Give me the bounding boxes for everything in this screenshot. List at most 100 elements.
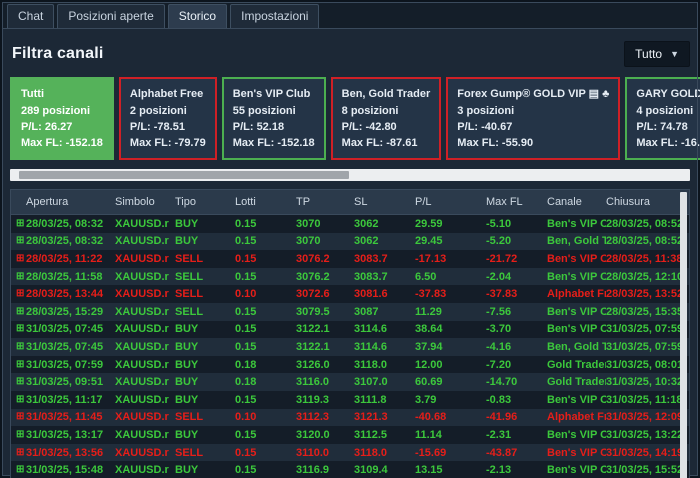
channel-card-positions: 3 posizioni [457, 103, 609, 119]
channel-card[interactable]: Tutti289 posizioniP/L: 26.27Max FL: -152… [10, 77, 114, 160]
channel-card[interactable]: Ben's VIP Club55 posizioniP/L: 52.18Max … [222, 77, 326, 160]
cell-simbolo: XAUUSD.r [115, 288, 175, 300]
expand-row-icon[interactable]: ⊞ [16, 307, 26, 317]
horizontal-scrollbar-thumb[interactable] [19, 171, 349, 179]
column-header-lotti: Lotti [235, 196, 296, 208]
tab-impostazioni[interactable]: Impostazioni [230, 4, 319, 28]
table-row[interactable]: ⊞31/03/25, 07:59XAUUSD.rBUY0.183126.0311… [11, 356, 689, 374]
table-row[interactable]: ⊞31/03/25, 13:56XAUUSD.rSELL0.153110.031… [11, 444, 689, 462]
table-row[interactable]: ⊞28/03/25, 15:29XAUUSD.rSELL0.153079.530… [11, 303, 689, 321]
column-header-tp: TP [296, 196, 354, 208]
table-row[interactable]: ⊞31/03/25, 07:45XAUUSD.rBUY0.153122.1311… [11, 338, 689, 356]
cell-tp: 3122.1 [296, 341, 354, 353]
expand-row-icon[interactable]: ⊞ [16, 236, 26, 246]
expand-row-icon[interactable]: ⊞ [16, 272, 26, 282]
cell-canale: Ben's VIP C [547, 429, 606, 441]
table-body: ⊞28/03/25, 08:32XAUUSD.rBUY0.15307030622… [11, 215, 689, 478]
column-header-canale: Canale [547, 196, 606, 208]
cell-canale: Gold Trader [547, 359, 606, 371]
table-row[interactable]: ⊞31/03/25, 11:17XAUUSD.rBUY0.153119.3311… [11, 391, 689, 409]
cell-lotti: 0.15 [235, 429, 296, 441]
table-row[interactable]: ⊞31/03/25, 13:17XAUUSD.rBUY0.153120.0311… [11, 426, 689, 444]
cell-tipo: BUY [175, 429, 235, 441]
storico-panel: Filtra canali Tutto ▼ Tutti289 posizioni… [2, 29, 698, 478]
cell-lotti: 0.15 [235, 394, 296, 406]
cell-maxfl: -4.16 [486, 341, 547, 353]
table-row[interactable]: ⊞31/03/25, 07:45XAUUSD.rBUY0.153122.1311… [11, 321, 689, 339]
cell-maxfl: -41.96 [486, 411, 547, 423]
cell-lotti: 0.15 [235, 271, 296, 283]
channel-card-maxfl: Max FL: -152.18 [233, 135, 315, 151]
expand-row-icon[interactable]: ⊞ [16, 377, 26, 387]
cell-canale: Ben, Gold T [547, 341, 606, 353]
expand-row-icon[interactable]: ⊞ [16, 254, 26, 264]
channel-filter-dropdown[interactable]: Tutto ▼ [624, 41, 690, 67]
cell-tipo: BUY [175, 323, 235, 335]
channel-card[interactable]: Forex Gump® GOLD VIP ▤ ♣3 posizioniP/L: … [446, 77, 620, 160]
channel-card[interactable]: GARY GOLD TRADER4 posizioniP/L: 74.78Max… [625, 77, 700, 160]
expand-row-icon[interactable]: ⊞ [16, 289, 26, 299]
table-row[interactable]: ⊞28/03/25, 08:32XAUUSD.rBUY0.15307030622… [11, 233, 689, 251]
cell-pl: 11.14 [415, 429, 486, 441]
expand-row-icon[interactable]: ⊞ [16, 430, 26, 440]
table-row[interactable]: ⊞28/03/25, 08:32XAUUSD.rBUY0.15307030622… [11, 215, 689, 233]
cell-sl: 3121.3 [354, 411, 415, 423]
cell-canale: Ben, Gold T [547, 235, 606, 247]
expand-row-icon[interactable]: ⊞ [16, 342, 26, 352]
channel-card-name: Alphabet Free [130, 86, 206, 102]
channel-card[interactable]: Ben, Gold Trader8 posizioniP/L: -42.80Ma… [331, 77, 442, 160]
cell-lotti: 0.18 [235, 359, 296, 371]
cell-tp: 3072.6 [296, 288, 354, 300]
cell-apertura: 28/03/25, 15:29 [26, 306, 115, 318]
channel-card-name: Ben's VIP Club [233, 86, 315, 102]
column-header-simbolo: Simbolo [115, 196, 175, 208]
expand-row-icon[interactable]: ⊞ [16, 448, 26, 458]
cell-apertura: 31/03/25, 13:17 [26, 429, 115, 441]
cell-lotti: 0.15 [235, 464, 296, 476]
tab-posizioni-aperte[interactable]: Posizioni aperte [57, 4, 164, 28]
cell-pl: 13.15 [415, 464, 486, 476]
expand-row-icon[interactable]: ⊞ [16, 219, 26, 229]
cell-chiusura: 28/03/25, 11:38 [606, 253, 689, 265]
vertical-scrollbar[interactable] [680, 192, 687, 478]
cell-simbolo: XAUUSD.r [115, 464, 175, 476]
cell-lotti: 0.15 [235, 306, 296, 318]
cell-tipo: BUY [175, 359, 235, 371]
cell-canale: Alphabet Fr [547, 411, 606, 423]
cell-simbolo: XAUUSD.r [115, 218, 175, 230]
table-row[interactable]: ⊞31/03/25, 11:45XAUUSD.rSELL0.103112.331… [11, 409, 689, 427]
cell-lotti: 0.15 [235, 447, 296, 459]
cell-tipo: BUY [175, 376, 235, 388]
app-window: ChatPosizioni aperteStoricoImpostazioni … [0, 0, 700, 478]
table-row[interactable]: ⊞28/03/25, 11:58XAUUSD.rSELL0.153076.230… [11, 268, 689, 286]
column-header-apertura: Apertura [26, 196, 115, 208]
expand-row-icon[interactable]: ⊞ [16, 412, 26, 422]
expand-row-icon[interactable]: ⊞ [16, 324, 26, 334]
table-row[interactable]: ⊞28/03/25, 13:44XAUUSD.rSELL0.103072.630… [11, 285, 689, 303]
tab-chat[interactable]: Chat [7, 4, 54, 28]
expand-row-icon[interactable]: ⊞ [16, 395, 26, 405]
tab-bar: ChatPosizioni aperteStoricoImpostazioni [2, 2, 698, 29]
column-header-p-l: P/L [415, 196, 486, 208]
cell-chiusura: 28/03/25, 13:52 [606, 288, 689, 300]
expand-row-icon[interactable]: ⊞ [16, 360, 26, 370]
channel-card[interactable]: Alphabet Free2 posizioniP/L: -78.51Max F… [119, 77, 217, 160]
cell-maxfl: -2.04 [486, 271, 547, 283]
expand-row-icon[interactable]: ⊞ [16, 465, 26, 475]
table-row[interactable]: ⊞31/03/25, 09:51XAUUSD.rBUY0.183116.0310… [11, 373, 689, 391]
cell-sl: 3107.0 [354, 376, 415, 388]
table-row[interactable]: ⊞31/03/25, 15:48XAUUSD.rBUY0.153116.9310… [11, 461, 689, 478]
cell-apertura: 31/03/25, 09:51 [26, 376, 115, 388]
channel-card-pl: P/L: 74.78 [636, 119, 700, 135]
cell-chiusura: 28/03/25, 12:10 [606, 271, 689, 283]
cell-lotti: 0.15 [235, 323, 296, 335]
horizontal-scrollbar[interactable] [10, 169, 690, 181]
cell-sl: 3118.0 [354, 359, 415, 371]
tab-storico[interactable]: Storico [168, 4, 227, 28]
cell-sl: 3109.4 [354, 464, 415, 476]
cell-pl: 11.29 [415, 306, 486, 318]
cell-apertura: 31/03/25, 11:17 [26, 394, 115, 406]
cell-maxfl: -3.70 [486, 323, 547, 335]
cell-pl: 29.45 [415, 235, 486, 247]
table-row[interactable]: ⊞28/03/25, 11:22XAUUSD.rSELL0.153076.230… [11, 250, 689, 268]
